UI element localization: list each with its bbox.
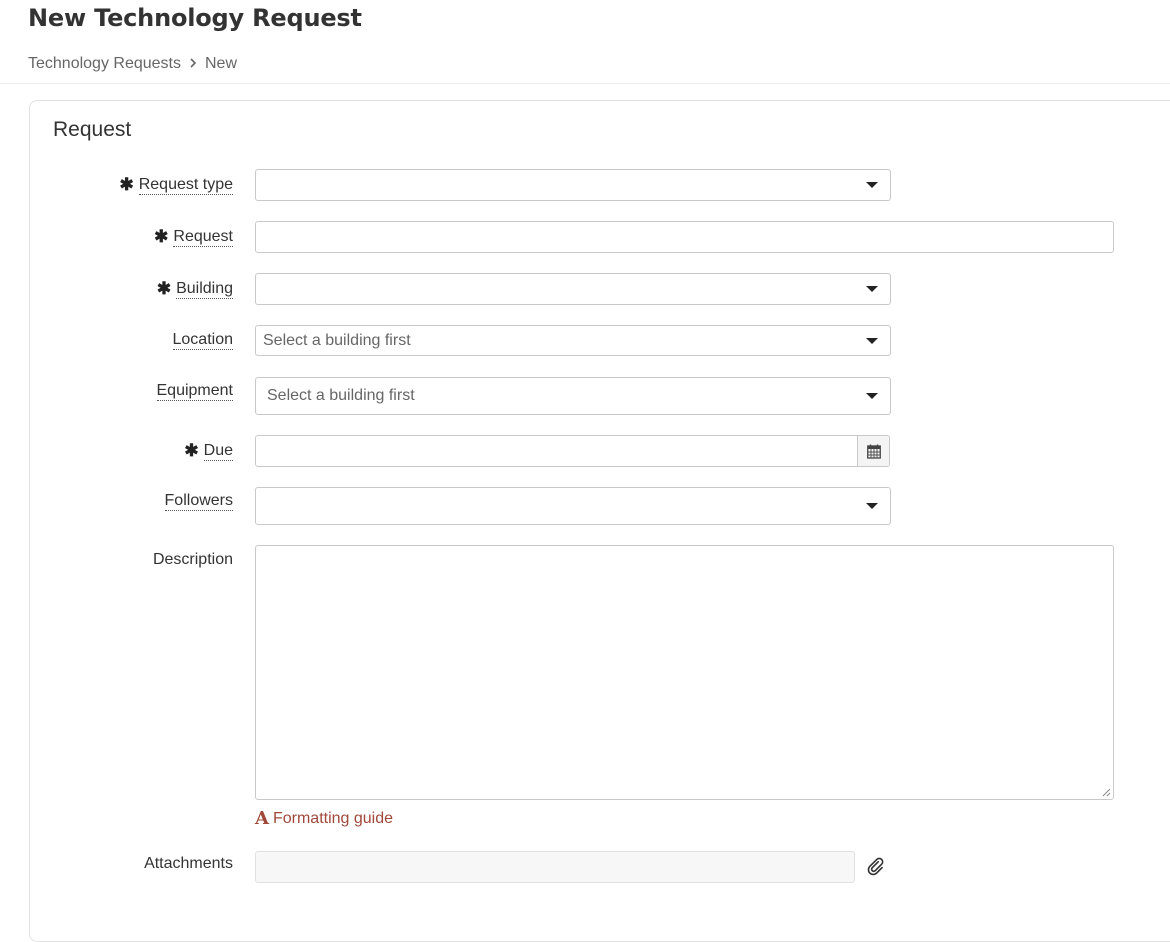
- header-divider: [0, 83, 1170, 84]
- resize-grip-icon[interactable]: [1101, 787, 1111, 797]
- breadcrumb: Technology Requests New: [28, 55, 237, 73]
- description-label: Description: [152, 551, 233, 568]
- row-building: ✱ Building: [30, 273, 1160, 305]
- asterisk-icon: ✱: [154, 227, 169, 246]
- caret-down-icon: [866, 393, 878, 399]
- formatting-icon: A: [255, 808, 269, 829]
- asterisk-icon: ✱: [119, 175, 134, 194]
- building-label: ✱ Building: [156, 279, 233, 299]
- request-panel: Request ✱ Request type ✱ Request ✱ Build…: [29, 100, 1170, 942]
- attachments-label: Attachments: [144, 855, 233, 872]
- panel-title: Request: [53, 118, 132, 141]
- calendar-icon: [866, 444, 881, 459]
- equipment-select[interactable]: Select a building first: [255, 377, 891, 415]
- request-type-select[interactable]: [255, 169, 891, 201]
- row-description: Description: [30, 545, 1160, 800]
- paperclip-icon[interactable]: [867, 857, 887, 882]
- request-type-label: ✱ Request type: [119, 175, 233, 195]
- caret-down-icon: [866, 503, 878, 509]
- equipment-label: Equipment: [156, 382, 233, 401]
- due-date-input[interactable]: [255, 435, 890, 467]
- calendar-button[interactable]: [857, 436, 889, 466]
- row-followers: Followers: [30, 487, 1160, 525]
- request-label: ✱ Request: [154, 227, 233, 247]
- breadcrumb-link-technology-requests[interactable]: Technology Requests: [28, 55, 181, 73]
- chevron-right-icon: [189, 55, 197, 73]
- followers-select[interactable]: [255, 487, 891, 525]
- followers-label: Followers: [164, 492, 233, 511]
- formatting-guide-link[interactable]: A Formatting guide: [255, 808, 393, 829]
- caret-down-icon: [866, 182, 878, 188]
- caret-down-icon: [866, 337, 878, 344]
- asterisk-icon: ✱: [156, 279, 172, 298]
- due-label: ✱ Due: [184, 441, 233, 461]
- row-location: Location Select a building first: [30, 325, 1160, 356]
- row-request-type: ✱ Request type: [30, 169, 1160, 201]
- caret-down-icon: [866, 286, 878, 292]
- asterisk-icon: ✱: [184, 441, 199, 460]
- description-textarea[interactable]: [255, 545, 1114, 800]
- page-title: New Technology Request: [28, 4, 362, 32]
- building-select[interactable]: [255, 273, 891, 305]
- row-attachments: Attachments: [30, 851, 1160, 883]
- row-equipment: Equipment Select a building first: [30, 377, 1160, 415]
- location-select[interactable]: Select a building first: [255, 325, 891, 356]
- request-input[interactable]: [255, 221, 1114, 253]
- location-label: Location: [172, 331, 233, 350]
- breadcrumb-current: New: [204, 55, 237, 72]
- row-request: ✱ Request: [30, 221, 1160, 253]
- attachments-dropzone[interactable]: [255, 851, 855, 883]
- row-due: ✱ Due: [30, 435, 1160, 467]
